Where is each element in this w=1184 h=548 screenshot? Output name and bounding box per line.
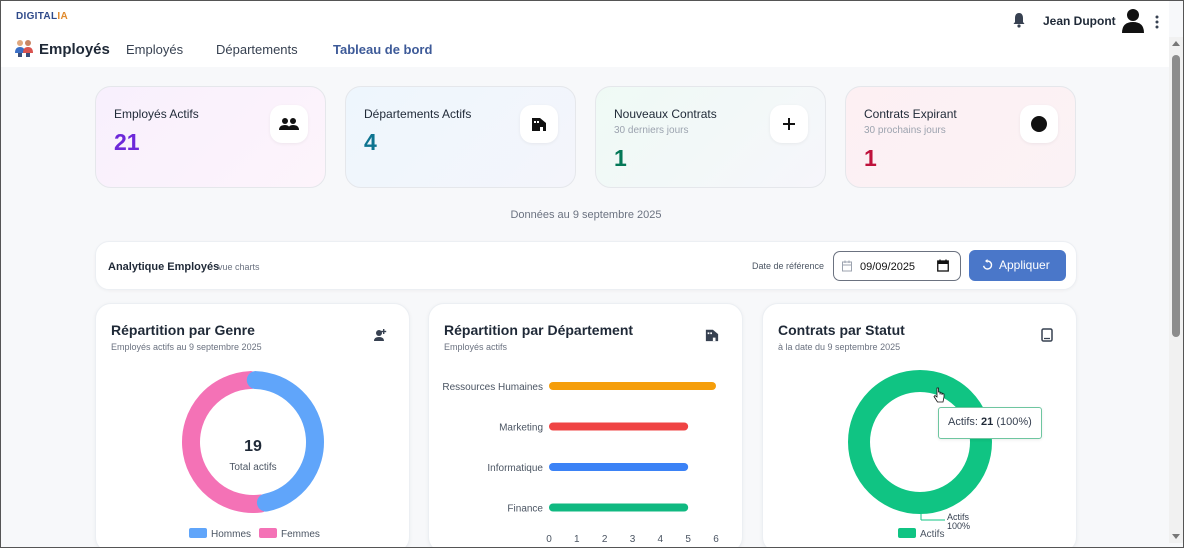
stat-card-nouveaux-contrats[interactable]: Nouveaux Contrats 30 derniers jours 1 <box>595 86 826 188</box>
category-label: Finance <box>507 504 543 515</box>
chart-tooltip: Actifs: 21 (100%) <box>938 407 1042 439</box>
calendar-small-icon <box>842 260 852 272</box>
x-tick-label: 2 <box>602 534 608 545</box>
people-icon <box>15 40 33 57</box>
x-tick-label: 1 <box>574 534 580 545</box>
app-title: Employés <box>39 41 110 58</box>
kebab-menu-icon[interactable] <box>1151 13 1163 31</box>
nav-departements[interactable]: Départements <box>216 42 298 57</box>
nav-tableau-de-bord[interactable]: Tableau de bord <box>333 42 432 57</box>
x-tick-label: 3 <box>630 534 636 545</box>
refresh-icon <box>982 259 993 270</box>
category-label: Ressources Humaines <box>442 382 543 393</box>
stat-subtitle: 30 derniers jours <box>614 125 689 136</box>
user-name[interactable]: Jean Dupont <box>1043 14 1116 28</box>
plus-icon <box>783 118 795 130</box>
apply-button[interactable]: Appliquer <box>969 250 1066 281</box>
donut-slice-hommes[interactable] <box>246 371 324 512</box>
stat-subtitle: 30 prochains jours <box>864 125 946 136</box>
hand-cursor-icon <box>933 387 945 403</box>
legend-label-actifs: Actifs <box>920 529 944 540</box>
legend-label-hommes: Hommes <box>211 529 251 540</box>
stat-icon-box <box>520 105 558 143</box>
calendar-picker-icon[interactable] <box>937 259 949 272</box>
legend-swatch-hommes <box>189 528 207 538</box>
data-label-actifs-pct: 100% <box>947 521 970 531</box>
legend-swatch-actifs <box>898 528 916 538</box>
stat-icon-box <box>770 105 808 143</box>
x-tick-label: 0 <box>546 534 552 545</box>
stat-card-contrats-expirant[interactable]: Contrats Expirant 30 prochains jours 1 <box>845 86 1076 188</box>
stat-card-departements-actifs[interactable]: Départements Actifs 4 <box>345 86 576 188</box>
stat-value: 1 <box>614 145 627 171</box>
bell-icon[interactable] <box>1012 12 1026 28</box>
donut-center-value: 19 <box>244 438 262 455</box>
top-bar: DIGITALIA Employés Employés Départements… <box>1 1 1169 67</box>
users-icon <box>279 118 299 130</box>
stat-label: Départements Actifs <box>364 107 472 121</box>
dot-icon <box>1031 116 1047 132</box>
x-tick-label: 5 <box>685 534 691 545</box>
nav-employes[interactable]: Employés <box>126 42 183 57</box>
scroll-thumb[interactable] <box>1172 55 1180 337</box>
app-window: DIGITALIA Employés Employés Départements… <box>0 0 1184 548</box>
department-bar-chart: Ressources Humaines Marketing Informatique… <box>442 382 719 545</box>
gender-donut-chart: 19 Total actifs Hommes Femmes <box>182 371 324 540</box>
category-label: Informatique <box>487 463 543 474</box>
donut-center-label: Total actifs <box>229 462 276 473</box>
legend-label-femmes: Femmes <box>281 529 320 540</box>
brand-logo[interactable]: DIGITALIA <box>16 11 68 22</box>
legend-swatch-femmes <box>259 528 277 538</box>
reference-date-label: Date de référence <box>752 261 825 271</box>
stat-label: Contrats Expirant <box>864 107 957 121</box>
stat-card-employes-actifs[interactable]: Employés Actifs 21 <box>95 86 326 188</box>
vertical-scrollbar[interactable] <box>1169 37 1183 543</box>
analytics-filter-bar: Analytique Employés vue charts Date de r… <box>95 241 1077 290</box>
scroll-up-arrow-icon[interactable] <box>1172 41 1180 46</box>
filter-bar-subtitle: vue charts <box>218 262 260 272</box>
stat-icon-box <box>1020 105 1058 143</box>
stat-label: Nouveaux Contrats <box>614 107 717 121</box>
stat-value: 21 <box>114 129 140 155</box>
chart-card-statut: Contrats par Statut à la date du 9 septe… <box>762 303 1077 547</box>
donut-slice-actifs[interactable] <box>848 370 992 514</box>
building-icon <box>532 118 546 131</box>
chart-card-genre: Répartition par Genre Employés actifs au… <box>95 303 410 547</box>
stat-value: 1 <box>864 145 877 171</box>
stat-icon-box <box>270 105 308 143</box>
avatar-icon[interactable] <box>1121 7 1145 33</box>
stat-label: Employés Actifs <box>114 107 199 121</box>
stat-value: 4 <box>364 129 377 155</box>
apply-button-label: Appliquer <box>999 258 1050 272</box>
data-as-of-text: Données au 9 septembre 2025 <box>510 209 662 221</box>
filter-bar-title: Analytique Employés <box>108 261 220 273</box>
reference-date-input[interactable]: 09/09/2025 <box>833 251 961 281</box>
x-tick-label: 6 <box>713 534 719 545</box>
scroll-down-arrow-icon[interactable] <box>1172 534 1180 539</box>
chart-card-departement: Répartition par Département Employés act… <box>428 303 743 547</box>
x-tick-label: 4 <box>658 534 664 545</box>
reference-date-value: 09/09/2025 <box>860 261 916 273</box>
category-label: Marketing <box>499 423 543 434</box>
